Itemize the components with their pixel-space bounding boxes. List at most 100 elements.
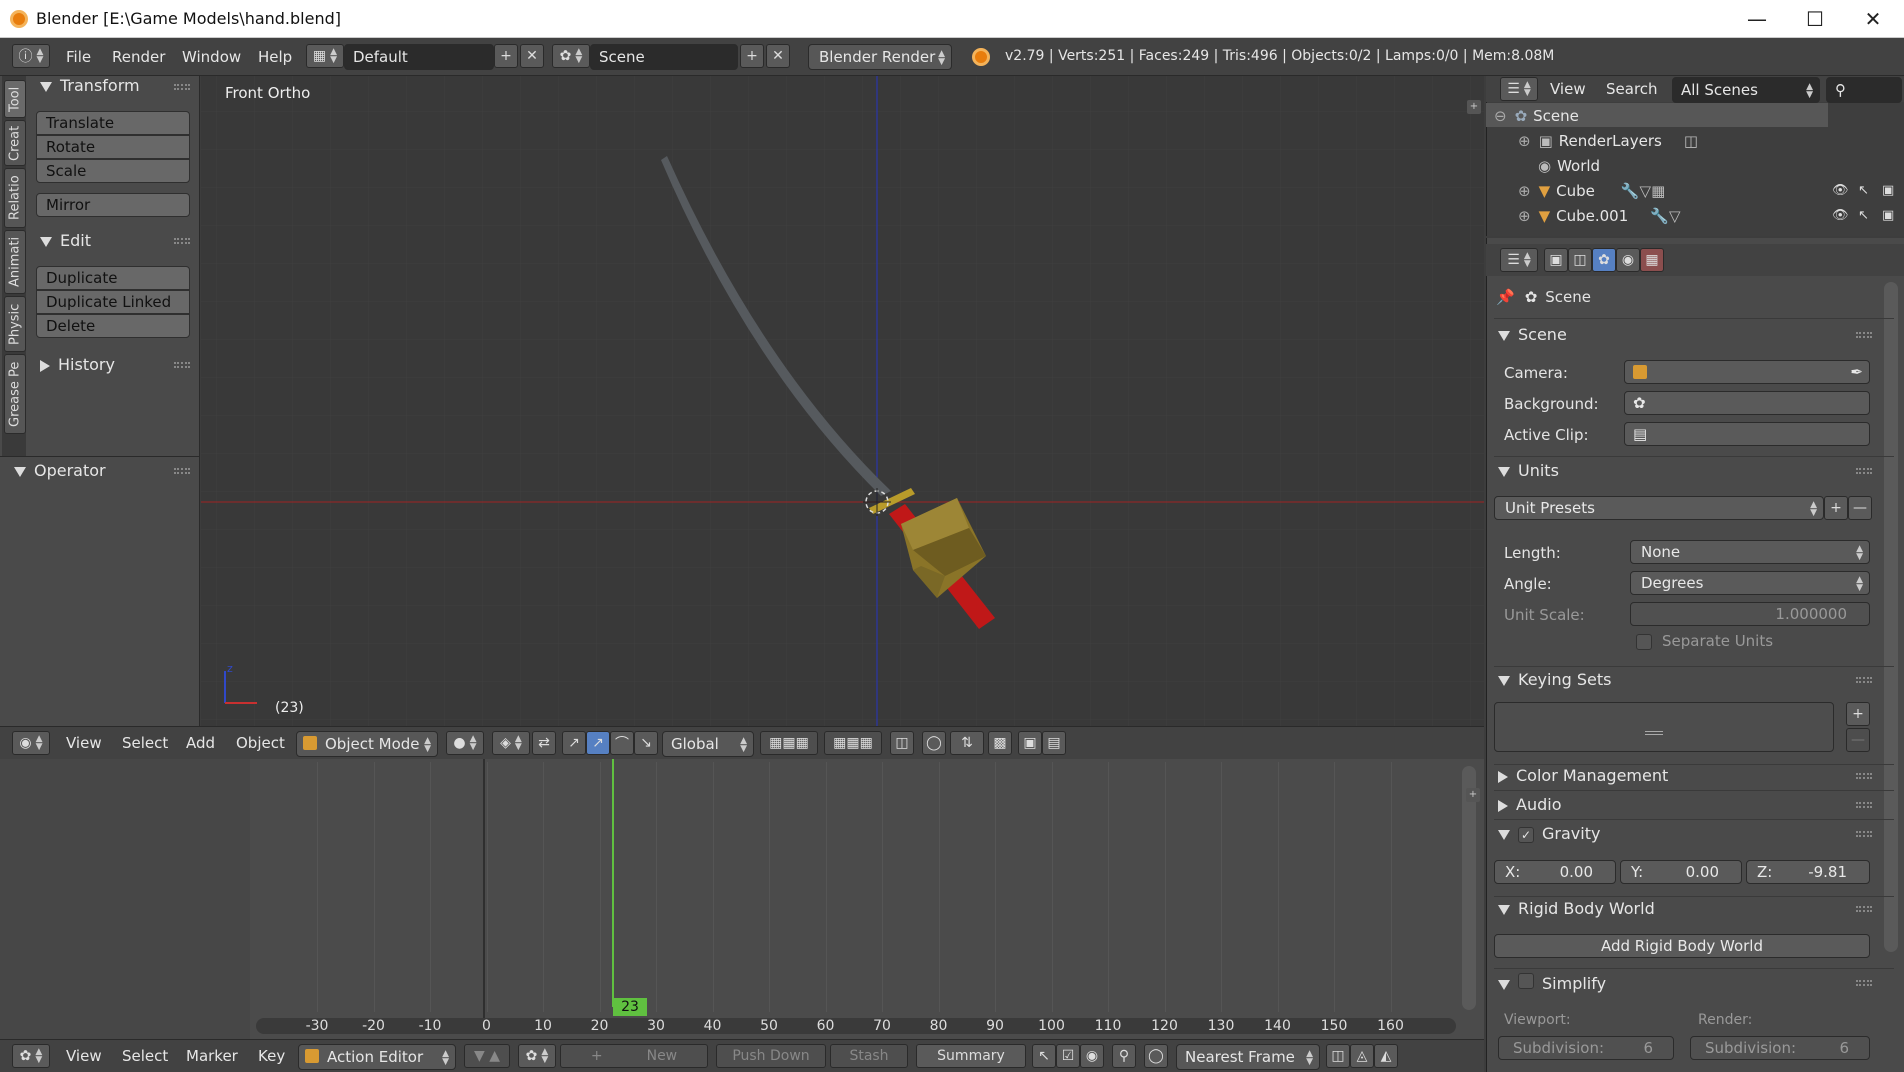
scene-icon[interactable]: ✿ ▲ ▼	[552, 44, 590, 68]
minimize-icon[interactable]: —	[1728, 0, 1786, 38]
panel-grip-icon[interactable]	[1856, 906, 1872, 912]
layer-updown-icon[interactable]: ▼ ▲	[464, 1044, 510, 1068]
unit-presets-select[interactable]: Unit Presets ▲ ▼	[1494, 496, 1824, 520]
tl-menu-marker[interactable]: Marker	[186, 1047, 238, 1065]
layer-lock-icon[interactable]: ◫	[890, 731, 914, 755]
length-select[interactable]: None ▲ ▼	[1630, 540, 1870, 564]
stash-button[interactable]: Stash	[830, 1044, 908, 1068]
panel-grip-icon[interactable]	[1856, 802, 1872, 808]
panel-grip-icon[interactable]	[174, 238, 190, 244]
tab-relations[interactable]: Relatio	[4, 168, 26, 228]
tl-menu-view[interactable]: View	[66, 1047, 102, 1065]
panel-grip-icon[interactable]	[174, 362, 190, 368]
mirror-button[interactable]: Mirror	[36, 193, 190, 217]
keying-set-remove-icon[interactable]: —	[1846, 728, 1870, 752]
select-arrow-icon[interactable]: ↖	[1858, 183, 1869, 198]
copy-keyframes-icon[interactable]: ◫	[1326, 1044, 1350, 1068]
panel-grip-icon[interactable]	[1856, 677, 1872, 683]
render-anim-icon[interactable]: ▤	[1042, 731, 1066, 755]
transform-orientation-select[interactable]: Global ▲ ▼	[662, 731, 754, 757]
texture-tab-icon[interactable]: ▦	[1640, 248, 1664, 272]
action-editor-select[interactable]: Action Editor ▲ ▼	[298, 1044, 456, 1070]
pin-icon[interactable]: 📌	[1496, 288, 1515, 306]
outliner-row-scene[interactable]: ⊖ ✿ Scene	[1494, 104, 1579, 128]
panel-grip-icon[interactable]	[174, 84, 190, 90]
gravity-panel-header[interactable]: ✓ Gravity	[1498, 824, 1600, 843]
tab-animation[interactable]: Animati	[4, 230, 26, 294]
edit-panel-header[interactable]: Edit	[40, 231, 91, 250]
units-panel-header[interactable]: Units	[1498, 461, 1559, 480]
gravity-checkbox-icon[interactable]: ✓	[1518, 827, 1534, 843]
snap-element-icon[interactable]: ⇅	[950, 731, 984, 755]
gravity-y-field[interactable]: Y: 0.00	[1620, 860, 1742, 884]
tab-tool[interactable]: Tool	[4, 80, 26, 118]
render-camera-icon[interactable]: ▣	[1882, 183, 1894, 198]
audio-panel-header[interactable]: Audio	[1498, 795, 1561, 814]
gravity-x-field[interactable]: X: 0.00	[1494, 860, 1616, 884]
render-engine-select[interactable]: Blender Render ▲ ▼	[808, 44, 952, 70]
color-management-panel-header[interactable]: Color Management	[1498, 766, 1668, 785]
3d-viewport[interactable]: z Front Ortho (23) +	[201, 76, 1484, 726]
outliner-search-input[interactable]: ⚲	[1826, 77, 1902, 103]
background-field[interactable]: ✿	[1624, 391, 1870, 415]
current-frame-badge[interactable]: 23	[613, 998, 647, 1016]
unit-scale-field[interactable]: 1.000000	[1630, 602, 1870, 626]
menu-view[interactable]: View	[66, 734, 102, 752]
filter-icon[interactable]: ⚲	[1112, 1044, 1136, 1068]
add-rigid-body-world-button[interactable]: Add Rigid Body World	[1494, 934, 1870, 958]
keying-sets-panel-header[interactable]: Keying Sets	[1498, 670, 1611, 689]
scene-tab-icon[interactable]: ✿	[1592, 248, 1616, 272]
dopesheet-editor-type-icon[interactable]: ✿ ▲ ▼	[12, 1044, 50, 1068]
only-selected-icon[interactable]: ↖	[1032, 1044, 1056, 1068]
scene-remove-icon[interactable]: ✕	[766, 44, 790, 68]
angle-select[interactable]: Degrees ▲ ▼	[1630, 571, 1870, 595]
translate-button[interactable]: Translate	[36, 111, 190, 135]
outliner-menu-view[interactable]: View	[1550, 80, 1586, 98]
separate-units-checkbox[interactable]: Separate Units	[1636, 632, 1773, 650]
outliner-row-renderlayers[interactable]: ⊕ ▣ RenderLayers ◫	[1518, 129, 1698, 153]
outliner-row-cube[interactable]: ⊕ ▼ Cube 🔧▽▦	[1518, 179, 1665, 203]
properties-editor-type-icon[interactable]: ☰ ▲ ▼	[1500, 248, 1538, 272]
simplify-panel-header[interactable]: Simplify	[1498, 973, 1606, 993]
menu-render[interactable]: Render	[112, 48, 165, 66]
layout-name-field[interactable]: Default	[344, 44, 494, 70]
info-editor-type-icon[interactable]: ⓘ ▲ ▼	[12, 44, 50, 68]
rigid-body-world-panel-header[interactable]: Rigid Body World	[1498, 899, 1655, 918]
manipulator-toggle-icon[interactable]: ⇄	[532, 731, 556, 755]
render-subdivision-field[interactable]: Subdivision: 6	[1690, 1036, 1870, 1060]
only-errors-icon[interactable]: ◉	[1080, 1044, 1104, 1068]
render-tab-icon[interactable]: ▣	[1544, 248, 1568, 272]
render-still-icon[interactable]: ▣	[1018, 731, 1042, 755]
eyedropper-icon[interactable]: ✒	[1850, 361, 1863, 383]
outliner-row-world[interactable]: ◉ World	[1538, 154, 1600, 178]
layout-add-icon[interactable]: +	[494, 44, 518, 68]
render-camera-icon[interactable]: ▣	[1882, 208, 1894, 223]
outliner-row-cube001[interactable]: ⊕ ▼ Cube.001 🔧▽	[1518, 204, 1680, 228]
visibility-eye-icon[interactable]: 👁	[1832, 183, 1849, 198]
auto-snap-select[interactable]: Nearest Frame ▲ ▼	[1176, 1044, 1320, 1070]
gravity-z-field[interactable]: Z: -9.81	[1746, 860, 1870, 884]
scene-name-field[interactable]: Scene	[590, 44, 738, 70]
panel-grip-icon[interactable]	[1856, 773, 1872, 779]
tab-grease-pencil[interactable]: Grease Pe	[4, 354, 26, 434]
editor-type-icon[interactable]: ◉ ▲ ▼	[12, 731, 50, 755]
snap-target-icon[interactable]: ▩	[988, 731, 1012, 755]
show-hidden-icon[interactable]: ☑	[1056, 1044, 1080, 1068]
duplicate-linked-button[interactable]: Duplicate Linked	[36, 290, 190, 314]
tl-menu-select[interactable]: Select	[122, 1047, 168, 1065]
layout-remove-icon[interactable]: ✕	[520, 44, 544, 68]
timeline-vertical-scrollbar[interactable]	[1462, 766, 1476, 1010]
menu-add[interactable]: Add	[186, 734, 215, 752]
tab-create[interactable]: Creat	[4, 120, 26, 166]
viewport-subdivision-field[interactable]: Subdivision: 6	[1498, 1036, 1674, 1060]
preset-add-icon[interactable]: +	[1824, 496, 1848, 520]
scale-button[interactable]: Scale	[36, 159, 190, 183]
menu-help[interactable]: Help	[258, 48, 292, 66]
object-mode-select[interactable]: Object Mode ▲ ▼	[296, 731, 438, 757]
render-layers-tab-icon[interactable]: ◫	[1568, 248, 1592, 272]
layout-icon[interactable]: ▦ ▲ ▼	[306, 44, 344, 68]
new-action-button[interactable]: + New	[560, 1044, 708, 1068]
list-resize-grip-icon[interactable]	[1645, 731, 1663, 735]
preset-remove-icon[interactable]: —	[1848, 496, 1872, 520]
outliner-editor-type-icon[interactable]: ☰ ▲ ▼	[1500, 77, 1538, 101]
